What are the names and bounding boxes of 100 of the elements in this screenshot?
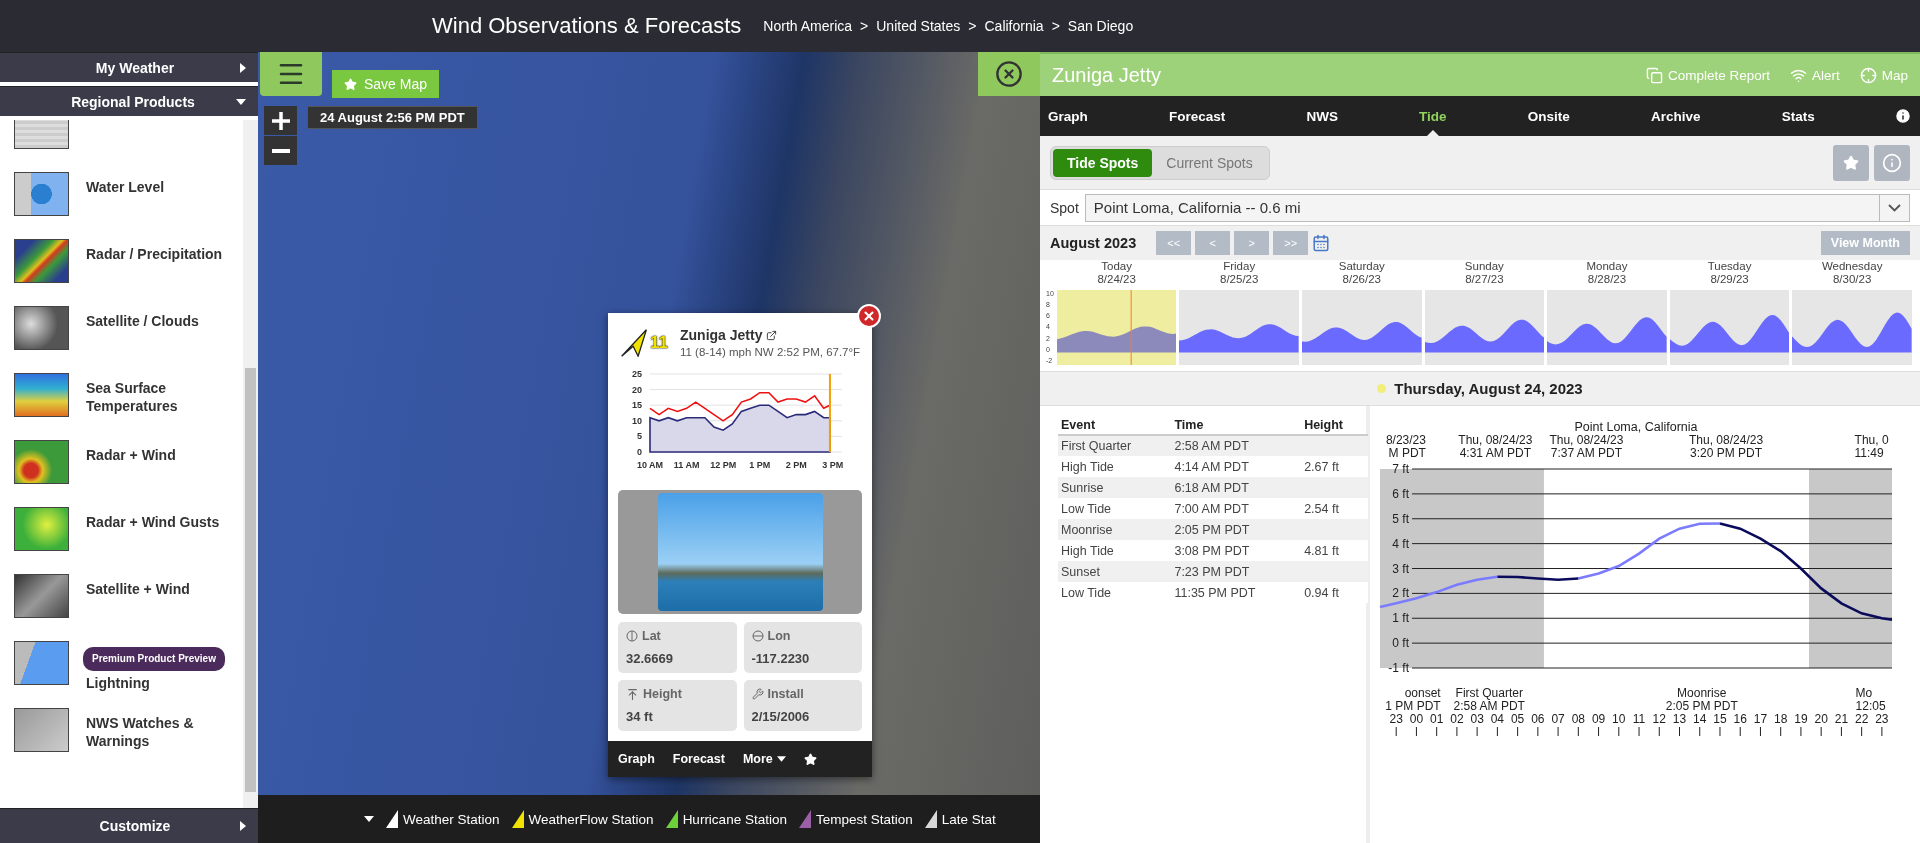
axis-label: 3 ft (1392, 561, 1409, 576)
product-item[interactable]: Water Level (0, 162, 243, 229)
breadcrumb-link[interactable]: California (984, 18, 1044, 34)
product-thumbnail (14, 440, 69, 484)
caret-down-icon (776, 756, 786, 762)
axis-label: 14 (1693, 712, 1707, 726)
axis-label: 25 (632, 369, 642, 379)
section-header[interactable]: Customize (0, 808, 258, 843)
favorite-button[interactable] (1833, 144, 1869, 181)
legend-label: Late Stat (941, 811, 996, 827)
detail-value: 2/15/2006 (751, 709, 811, 724)
day-tide-card[interactable] (1302, 290, 1422, 365)
tab[interactable]: NWS (1304, 96, 1340, 136)
event-label: Mo 12:05 (1855, 686, 1886, 713)
breadcrumb-link[interactable]: United States (876, 18, 961, 34)
spot-select[interactable]: Point Loma, California -- 0.6 mi (1084, 193, 1910, 222)
axis-label: 08 (1571, 712, 1585, 726)
product-label: Satellite + Wind (86, 580, 190, 598)
chevron-down-icon (1888, 203, 1901, 212)
day-tide-card[interactable] (1424, 290, 1545, 365)
day-date: 8/30/23 (1832, 273, 1872, 286)
page-title: Wind Observations & Forecasts (432, 13, 742, 39)
breadcrumb-link[interactable]: San Diego (1067, 18, 1134, 34)
day-tide-card[interactable] (1056, 290, 1177, 365)
star-icon (1843, 154, 1859, 171)
table-cell: Low Tide (1058, 498, 1172, 519)
detail-value: 32.6669 (626, 651, 674, 666)
product-item[interactable]: Radar + Wind Gusts (0, 497, 243, 564)
info-icon (1882, 152, 1902, 173)
day-date: 8/28/23 (1587, 273, 1627, 286)
axis-label: 11 AM (673, 460, 700, 470)
star-icon[interactable] (803, 752, 817, 766)
caret-down-icon[interactable] (364, 816, 374, 822)
day-date: 8/29/23 (1710, 273, 1749, 286)
product-item[interactable]: Satellite + Wind (0, 564, 243, 631)
popup-link[interactable]: Graph (618, 752, 655, 766)
axis-label: 5 ft (1392, 511, 1409, 526)
tab[interactable]: Forecast (1166, 96, 1228, 136)
info-button[interactable] (1874, 144, 1910, 181)
axis-label: 07 (1551, 712, 1565, 726)
tab[interactable]: Onsite (1525, 96, 1572, 136)
station-name[interactable]: Zuniga Jetty (680, 327, 861, 343)
tab[interactable]: Stats (1779, 96, 1817, 136)
product-item[interactable]: Sea Surface Temperatures (0, 363, 243, 430)
axis-label: 6 ft (1392, 486, 1409, 501)
section-header[interactable]: My Weather (0, 52, 258, 82)
product-label: Sea Surface Temperatures (86, 379, 179, 415)
day-tide-card[interactable] (1179, 290, 1299, 365)
day-tide-card[interactable] (1792, 290, 1912, 365)
popup-link[interactable]: Forecast (672, 752, 725, 766)
product-item[interactable]: Satellite / Clouds (0, 296, 243, 363)
axis-label: 16 (1733, 712, 1747, 726)
axis-label: 20 (1814, 712, 1828, 726)
breadcrumb-separator: > (860, 18, 869, 34)
product-label: Satellite / Clouds (86, 312, 199, 330)
axis-label: 0 ft (1392, 636, 1409, 651)
tab[interactable]: Graph (1046, 96, 1090, 136)
day-tide-card[interactable] (1669, 290, 1790, 365)
product-item[interactable]: NWS Watches & Warnings (0, 698, 243, 765)
section-header[interactable]: Regional Products (0, 86, 258, 116)
product-label: Radar + Wind (86, 446, 176, 464)
axis-label: 22 (1854, 712, 1869, 726)
day-label: Monday (1586, 260, 1628, 273)
axis-label: 06 (1531, 712, 1545, 726)
wind-speed: 11 (650, 332, 668, 353)
table-cell: 6:18 AM PDT (1171, 477, 1302, 498)
info-icon[interactable] (1893, 107, 1912, 125)
table-cell: Moonrise (1058, 519, 1172, 540)
close-button[interactable] (857, 304, 881, 328)
product-item[interactable]: Radar + Wind (0, 430, 243, 497)
table-cell: First Quarter (1058, 435, 1172, 456)
tab[interactable]: Archive (1649, 96, 1703, 136)
event-label: Moonrise 2:05 PM PDT (1665, 686, 1738, 713)
more-menu[interactable]: More (742, 752, 786, 766)
axis-label: 23 (1875, 712, 1889, 726)
product-thumbnail (14, 641, 69, 685)
premium-badge: Premium Product Preview (83, 647, 225, 671)
zoom-out-button[interactable] (264, 136, 297, 165)
menu-button[interactable] (260, 52, 322, 96)
axis-label: 1 PM (749, 460, 771, 470)
event-label: oonset 1 PM PDT (1385, 686, 1441, 713)
legend-label: Weather Station (403, 811, 500, 827)
calendar-icon[interactable] (1312, 234, 1331, 252)
axis-label: 20 (632, 384, 642, 395)
axis-label: 09 (1591, 712, 1606, 726)
close-button[interactable] (978, 52, 1040, 96)
day-tide-card[interactable] (1547, 290, 1667, 365)
axis-label: 12 PM (710, 460, 737, 470)
table-cell: Sunrise (1058, 477, 1172, 498)
zoom-in-button[interactable] (264, 106, 297, 135)
product-item[interactable]: Premium Product Preview Lightning (0, 631, 243, 698)
breadcrumb-link[interactable]: North America (763, 18, 853, 34)
product-label: NWS Watches & Warnings (86, 714, 195, 750)
caret-right-icon (240, 821, 246, 831)
product-thumbnail (14, 306, 69, 350)
map-timestamp: 24 August 2:56 PM PDT (307, 106, 478, 129)
product-item[interactable]: Radar / Precipitation (0, 229, 243, 296)
spot-type-button[interactable]: Tide Spots (1053, 148, 1153, 177)
axis-label: 13 (1672, 712, 1687, 726)
product-thumbnail (14, 574, 69, 618)
